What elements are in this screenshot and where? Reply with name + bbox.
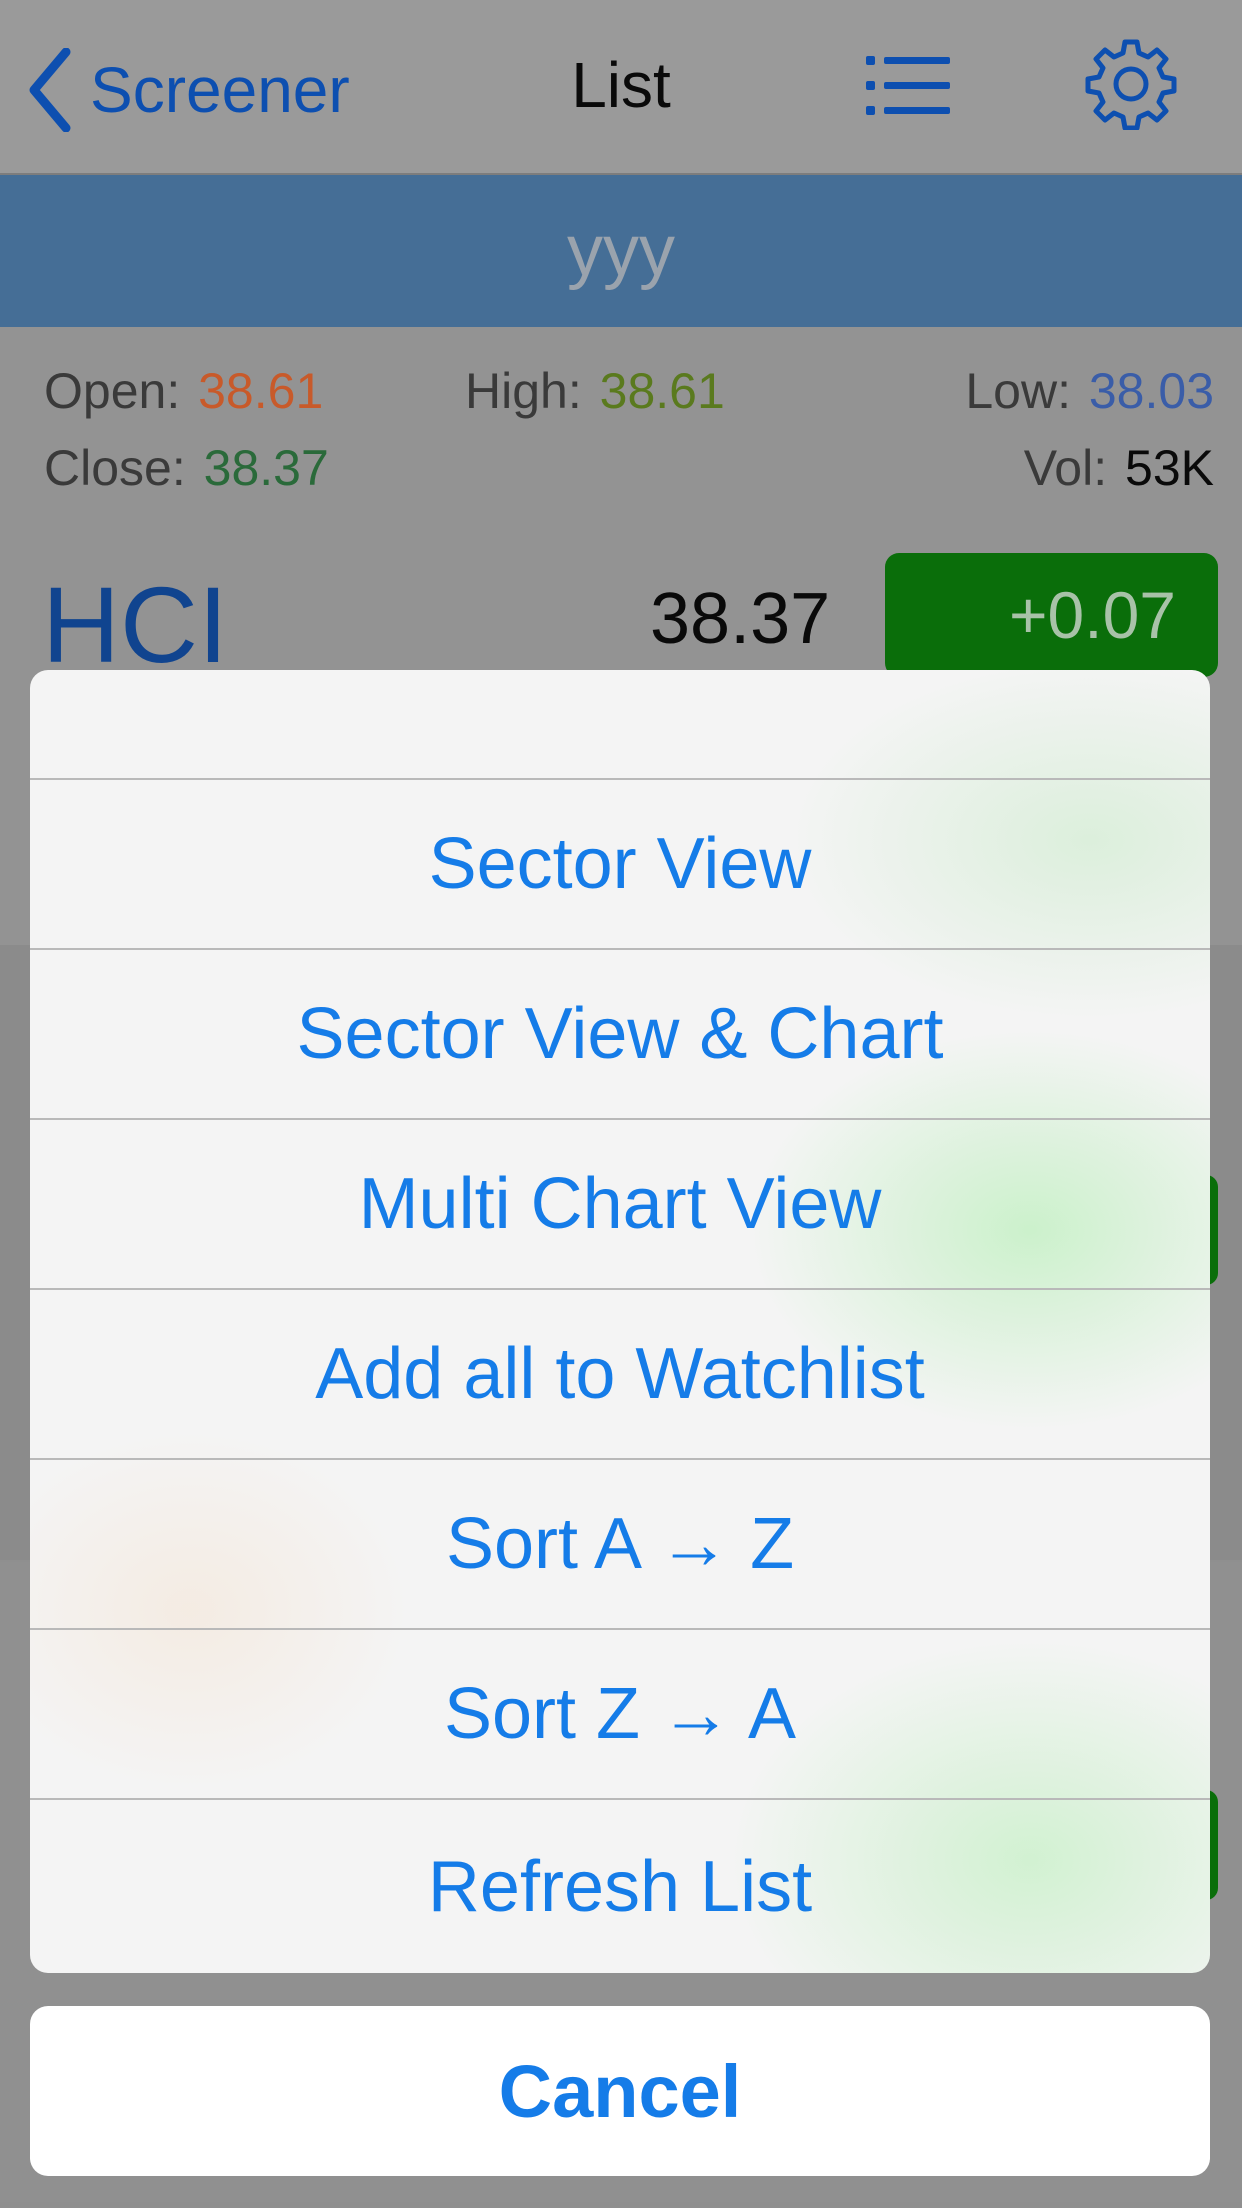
high-stat: High: 38.61 <box>465 362 725 420</box>
high-label: High: <box>465 363 582 419</box>
low-value: 38.03 <box>1088 363 1214 419</box>
list-icon[interactable] <box>866 54 950 116</box>
low-stat: Low: 38.03 <box>965 362 1214 420</box>
high-value: 38.61 <box>599 363 725 419</box>
open-label: Open: <box>44 363 181 419</box>
sort-a-z-option[interactable]: Sort A → Z <box>30 1460 1210 1630</box>
close-label: Close: <box>44 440 186 496</box>
action-sheet: Sector View Sector View & Chart Multi Ch… <box>30 670 1210 1973</box>
open-stat: Open: 38.61 <box>44 362 323 420</box>
close-stat: Close: 38.37 <box>44 439 329 497</box>
volume-stat: Vol: 53K <box>1024 439 1214 497</box>
navigation-bar: Screener List <box>0 0 1242 175</box>
sector-view-chart-option[interactable]: Sector View & Chart <box>30 950 1210 1120</box>
sector-view-option[interactable]: Sector View <box>30 780 1210 950</box>
open-value: 38.61 <box>198 363 324 419</box>
action-sheet-header <box>30 670 1210 780</box>
add-all-to-watchlist-option[interactable]: Add all to Watchlist <box>30 1290 1210 1460</box>
low-label: Low: <box>965 363 1071 419</box>
volume-label: Vol: <box>1023 440 1108 496</box>
volume-value: 53K <box>1125 440 1214 496</box>
page-title: List <box>571 49 671 121</box>
gear-icon[interactable] <box>1085 38 1177 130</box>
sort-z-a-option[interactable]: Sort Z → A <box>30 1630 1210 1800</box>
list-name-banner: yyy <box>0 175 1242 327</box>
cancel-button[interactable]: Cancel <box>30 2006 1210 2176</box>
refresh-list-option[interactable]: Refresh List <box>30 1800 1210 1973</box>
close-value: 38.37 <box>203 440 329 496</box>
multi-chart-view-option[interactable]: Multi Chart View <box>30 1120 1210 1290</box>
ticker-symbol: HCI <box>42 564 228 685</box>
change-badge[interactable]: +0.07 <box>885 553 1218 677</box>
last-price: 38.37 <box>650 579 831 659</box>
